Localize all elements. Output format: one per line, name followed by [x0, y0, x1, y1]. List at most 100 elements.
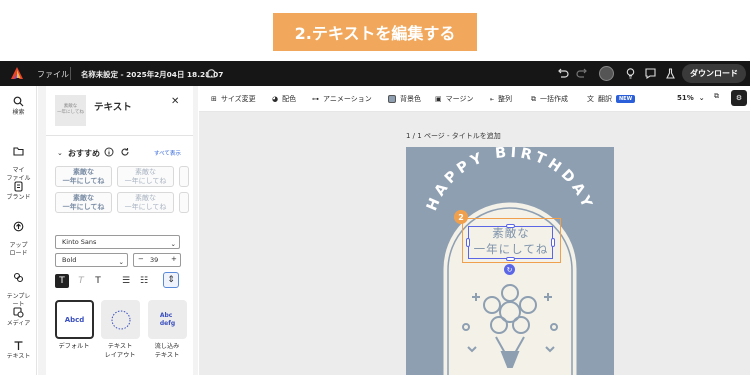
text-preset[interactable]: 素敵な 一年にしてね: [117, 192, 174, 213]
rail-item-media[interactable]: メディア: [0, 307, 37, 328]
pages-icon[interactable]: ⧉: [714, 92, 719, 101]
style-label: テキスト レイアウト: [104, 343, 136, 359]
refresh-icon[interactable]: [120, 147, 130, 157]
cloud-icon[interactable]: [205, 67, 218, 80]
resize-handle[interactable]: [506, 224, 515, 228]
font-size-stepper[interactable]: − 39 +: [133, 253, 181, 267]
step-number-badge: 2: [454, 210, 468, 224]
font-size-value[interactable]: 39: [150, 256, 158, 264]
align-label: 整列: [497, 95, 512, 103]
text-preset[interactable]: 素敵な 一年にしてね: [55, 192, 112, 213]
info-icon[interactable]: [104, 147, 114, 157]
italic-text-icon[interactable]: T: [74, 274, 88, 288]
rail-item-text[interactable]: テキスト: [0, 340, 37, 361]
rail-item-brand[interactable]: ブランド: [0, 181, 37, 202]
page-info[interactable]: 1 / 1 ページ - タイトルを追加: [406, 131, 501, 141]
align-button[interactable]: ⫦ 整列: [490, 94, 512, 104]
template-icon: [13, 272, 24, 283]
zoom-select[interactable]: 51% ⌄: [677, 94, 705, 102]
text-preset[interactable]: 素敵な 一年にしてね: [55, 166, 112, 187]
divider: [46, 135, 193, 136]
resize-handle[interactable]: [506, 257, 515, 261]
color-label: 配色: [282, 95, 297, 103]
style-default[interactable]: Abcd: [55, 300, 94, 339]
rail-item-templates[interactable]: テンプレ ート: [0, 264, 37, 309]
document-title[interactable]: 名称未設定 - 2025年2月04日 18.21.07: [81, 69, 223, 80]
rail-label: ブランド: [6, 194, 31, 201]
animation-button[interactable]: ⊶ アニメーション: [312, 94, 372, 104]
text-preset-partial[interactable]: [179, 166, 189, 187]
style-text-layout[interactable]: [101, 300, 140, 339]
minus-icon[interactable]: −: [138, 255, 144, 263]
bulk-create-icon: ⧉: [531, 94, 536, 103]
layers-toggle-icon[interactable]: ⚙: [731, 90, 747, 106]
see-all-link[interactable]: すべて表示: [154, 149, 181, 157]
bold-text-icon[interactable]: T: [55, 274, 69, 288]
rail-item-my-files[interactable]: マイ ファイル: [0, 138, 37, 183]
rail-label: アップ ロード: [9, 242, 28, 257]
rail-label: テンプレ ート: [6, 293, 31, 308]
lightbulb-icon[interactable]: [624, 67, 637, 80]
text-thumbnail: 素敵な 一年にしてね: [55, 95, 86, 126]
editor-toolbar: ⊞ サイズ変更 ◕ 配色 ⊶ アニメーション 背景色 ▣ マージン ⫦ 整列 ⧉ 一括作成 …: [199, 86, 750, 112]
chevron-down-icon: ⌄: [118, 258, 124, 266]
align-icon: ⫦: [490, 94, 494, 103]
left-rail: 検索 マイ ファイル ブランド アップ ロード テンプレ ート メディア テキス…: [0, 86, 37, 375]
search-icon: [13, 96, 24, 107]
rail-item-upload[interactable]: アップ ロード: [0, 213, 37, 258]
animation-icon: ⊶: [312, 95, 319, 103]
bulk-create-button[interactable]: ⧉ 一括作成: [531, 94, 568, 104]
margin-label: マージン: [445, 95, 474, 103]
undo-icon[interactable]: [556, 67, 569, 80]
flask-icon[interactable]: [664, 67, 677, 80]
text-style-icon[interactable]: T: [91, 274, 105, 288]
plus-icon[interactable]: +: [171, 255, 177, 263]
rail-label: メディア: [6, 320, 31, 327]
redo-icon[interactable]: [576, 67, 589, 80]
brand-icon: [14, 181, 23, 192]
chevron-down-icon: ⌄: [170, 240, 176, 248]
font-family-select[interactable]: Kinto Sans ⌄: [55, 235, 180, 249]
download-button[interactable]: ダウンロード: [682, 64, 746, 83]
file-menu[interactable]: ファイル: [37, 69, 69, 80]
font-family-value: Kinto Sans: [62, 238, 97, 246]
avatar[interactable]: [599, 66, 614, 81]
comment-icon[interactable]: [644, 67, 657, 80]
style-flow-text[interactable]: Abc defg: [148, 300, 187, 339]
color-button[interactable]: ◕ 配色: [272, 94, 296, 104]
close-icon[interactable]: ✕: [171, 96, 179, 107]
adobe-express-logo-icon[interactable]: [10, 66, 24, 80]
margin-button[interactable]: ▣ マージン: [435, 94, 474, 104]
text-preset-partial[interactable]: [179, 192, 189, 213]
line-spacing-icon[interactable]: ⇕: [163, 272, 179, 288]
resize-button[interactable]: ⊞ サイズ変更: [211, 94, 256, 104]
text-preset[interactable]: 素敵な 一年にしてね: [117, 166, 174, 187]
palette-icon: ◕: [272, 95, 279, 103]
translate-button[interactable]: 文翻訳 NEW: [587, 94, 636, 104]
rail-item-search[interactable]: 検索: [0, 96, 37, 117]
resize-icon: ⊞: [211, 95, 217, 103]
margin-icon: ▣: [435, 95, 442, 103]
align-center-icon[interactable]: ☰: [119, 274, 133, 288]
recommended-label: おすすめ: [68, 149, 100, 158]
rail-label: テキスト: [6, 353, 31, 360]
rail-label: 検索: [12, 109, 25, 116]
chevron-down-icon[interactable]: ⌄: [57, 149, 63, 157]
media-icon: [13, 307, 24, 318]
list-icon[interactable]: ☷: [137, 274, 151, 288]
style-label: デフォルト: [58, 343, 90, 350]
bg-color-swatch-icon: [388, 95, 396, 103]
rail-label: マイ ファイル: [6, 167, 31, 182]
resize-label: サイズ変更: [220, 95, 256, 103]
divider: [70, 67, 71, 80]
font-weight-select[interactable]: Bold ⌄: [55, 253, 128, 267]
top-bar: ファイル 名称未設定 - 2025年2月04日 18.21.07 ダウンロード: [0, 61, 750, 86]
style-preview: Abc defg: [159, 311, 176, 327]
step-banner: 2.テキストを編集する: [273, 13, 477, 51]
resize-handle[interactable]: [466, 238, 470, 247]
card-main-text[interactable]: 素敵な 一年にしてね: [469, 226, 553, 257]
bg-color-button[interactable]: 背景色: [388, 94, 421, 104]
rotate-icon[interactable]: ↻: [504, 264, 515, 275]
resize-handle[interactable]: [551, 238, 555, 247]
upload-icon: [13, 221, 24, 232]
